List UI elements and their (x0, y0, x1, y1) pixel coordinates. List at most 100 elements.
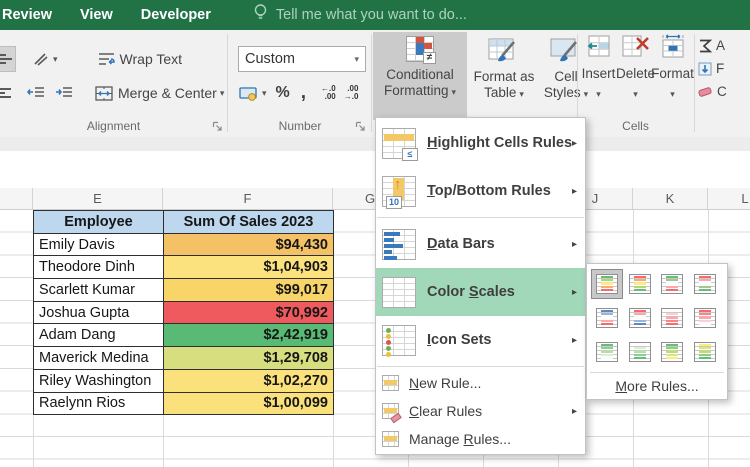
menu-item-top-bottom-rules[interactable]: ↑10 Top/Bottom Rules ▸ (376, 167, 585, 215)
sales-cell[interactable]: $1,04,903 (164, 256, 334, 279)
decrease-decimal-button[interactable]: .00 →.0 (344, 85, 359, 101)
menu-separator (377, 366, 584, 367)
column-header-L[interactable]: L (708, 188, 750, 209)
align-left-button[interactable] (0, 80, 14, 106)
insert-label: Insert (582, 66, 616, 82)
menu-item-clear-rules[interactable]: Clear Rules ▸ (376, 397, 585, 425)
tell-me-box[interactable]: Tell me what you want to do... (253, 3, 467, 27)
conditional-formatting-button[interactable]: ≠ Conditional Formatting (373, 32, 467, 120)
color-scale-option-yellow-green[interactable] (690, 338, 720, 366)
submenu-arrow-icon: ▸ (572, 335, 577, 346)
delete-button[interactable]: Delete (617, 34, 654, 120)
sales-cell[interactable]: $70,992 (164, 301, 334, 324)
wrap-text-label: Wrap Text (120, 51, 183, 67)
menu-item-more-rules[interactable]: More Rules... (590, 372, 724, 399)
excel-window: Review View Developer Tell me what you w… (0, 0, 750, 467)
sales-cell[interactable]: $2,42,919 (164, 324, 334, 347)
percent-style-button[interactable]: % (276, 84, 290, 102)
accounting-format-button[interactable] (236, 80, 270, 106)
number-format-value: Custom (245, 51, 295, 67)
color-scale-grid (590, 268, 724, 372)
employee-cell[interactable]: Joshua Gupta (34, 301, 164, 324)
column-header-K[interactable]: K (633, 188, 708, 209)
sales-cell[interactable]: $1,00,099 (164, 392, 334, 415)
color-scale-option-red-white-blue[interactable] (625, 304, 655, 332)
color-scale-option-green-yellow-red[interactable] (592, 270, 622, 298)
column-header-blank[interactable] (0, 188, 33, 209)
color-scale-option-blue-white-red[interactable] (592, 304, 622, 332)
table-row: Maverick Medina $1,29,708 (34, 347, 334, 370)
fill-button[interactable]: F (698, 61, 724, 76)
submenu-arrow-icon: ▸ (572, 406, 577, 417)
sales-cell[interactable]: $94,430 (164, 233, 334, 256)
employee-cell[interactable]: Theodore Dinh (34, 256, 164, 279)
color-scale-option-red-white[interactable] (690, 304, 720, 332)
menu-item-data-bars[interactable]: Data Bars ▸ (376, 220, 585, 268)
format-as-table-icon (488, 36, 520, 69)
color-scale-option-red-white-green[interactable] (690, 270, 720, 298)
sales-cell[interactable]: $1,02,270 (164, 369, 334, 392)
autosum-label: A (716, 38, 725, 53)
table-row: Scarlett Kumar $99,017 (34, 279, 334, 302)
color-scale-option-green-white-red[interactable] (657, 270, 687, 298)
increase-indent-button[interactable] (52, 80, 76, 106)
employee-cell[interactable]: Raelynn Rios (34, 392, 164, 415)
delete-cells-icon (622, 34, 650, 63)
tab-view[interactable]: View (66, 0, 127, 30)
table-row: Raelynn Rios $1,00,099 (34, 392, 334, 415)
format-cells-icon (660, 34, 686, 63)
sales-cell[interactable]: $99,017 (164, 279, 334, 302)
table-row: Adam Dang $2,42,919 (34, 324, 334, 347)
employee-header-cell[interactable]: Employee (34, 211, 164, 234)
number-group-label: Number (230, 119, 370, 133)
color-scale-option-green-white[interactable] (592, 338, 622, 366)
format-as-table-button[interactable]: Format as Table (470, 32, 538, 120)
cells-group-label: Cells (579, 119, 692, 133)
alignment-dialog-launcher-icon[interactable] (212, 121, 223, 132)
decrease-indent-button[interactable] (24, 80, 48, 106)
middle-align-button[interactable] (0, 46, 16, 72)
sales-cell[interactable]: $1,29,708 (164, 347, 334, 370)
table-row: Joshua Gupta $70,992 (34, 301, 334, 324)
increase-decimal-button[interactable]: ←.0 .00 (321, 85, 336, 101)
menu-item-highlight-cells-rules[interactable]: ≤ Highlight Cells Rules ▸ (376, 119, 585, 167)
merge-center-button[interactable]: Merge & Center (92, 80, 227, 106)
editing-group: A F C (698, 30, 750, 137)
number-group: Custom % , ←.0 .00 .00 →.0 Number (230, 30, 370, 137)
column-header-E[interactable]: E (33, 188, 163, 209)
column-header-F[interactable]: F (163, 188, 333, 209)
menu-item-color-scales[interactable]: Color Scales ▸ (376, 268, 585, 316)
color-scale-option-red-yellow-green[interactable] (625, 270, 655, 298)
submenu-arrow-icon: ▸ (572, 239, 577, 250)
table-row: Riley Washington $1,02,270 (34, 369, 334, 392)
employee-cell[interactable]: Riley Washington (34, 369, 164, 392)
sales-header-cell[interactable]: Sum Of Sales 2023 (164, 211, 334, 234)
employee-cell[interactable]: Emily Davis (34, 233, 164, 256)
employee-cell[interactable]: Scarlett Kumar (34, 279, 164, 302)
color-scales-icon (382, 277, 416, 308)
format-label: Format (651, 66, 694, 82)
number-format-select[interactable]: Custom (238, 46, 366, 72)
number-dialog-launcher-icon[interactable] (355, 121, 366, 132)
autosum-button[interactable]: A (698, 38, 725, 53)
cell-styles-label: Cell (554, 69, 577, 85)
format-button[interactable]: Format (654, 34, 691, 120)
menu-separator (377, 217, 584, 218)
color-scale-option-white-green[interactable] (625, 338, 655, 366)
clear-button[interactable]: C (698, 84, 727, 99)
tab-developer[interactable]: Developer (127, 0, 225, 30)
insert-button[interactable]: Insert (580, 34, 617, 120)
wrap-text-button[interactable]: Wrap Text (95, 46, 186, 72)
conditional-formatting-label: Conditional (386, 67, 454, 83)
menu-item-new-rule[interactable]: New Rule... (376, 369, 585, 397)
tab-review[interactable]: Review (0, 0, 66, 30)
color-scale-option-green-yellow[interactable] (657, 338, 687, 366)
color-scale-option-white-red[interactable] (657, 304, 687, 332)
alignment-group: Wrap Text Merge & Center Alignment (0, 30, 227, 137)
comma-style-button[interactable]: , (301, 82, 306, 104)
menu-item-manage-rules[interactable]: Manage Rules... (376, 425, 585, 453)
menu-item-icon-sets[interactable]: Icon Sets ▸ (376, 316, 585, 364)
employee-cell[interactable]: Maverick Medina (34, 347, 164, 370)
employee-cell[interactable]: Adam Dang (34, 324, 164, 347)
orientation-button[interactable] (30, 46, 61, 72)
